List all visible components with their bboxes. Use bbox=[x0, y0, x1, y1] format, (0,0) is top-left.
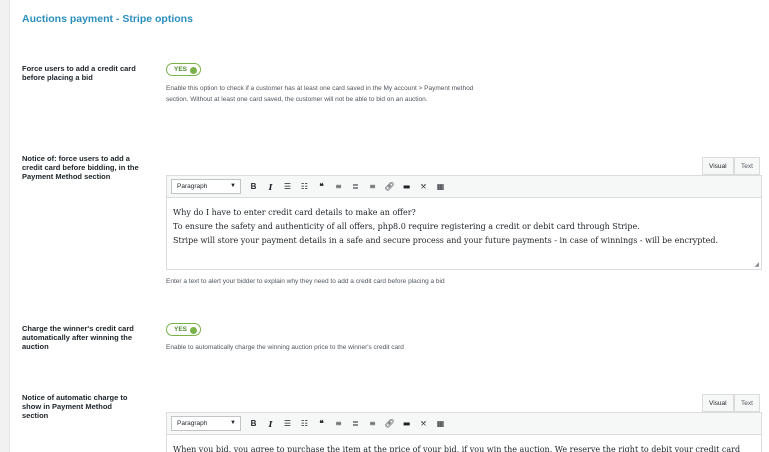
bold-icon[interactable]: B bbox=[245, 179, 262, 195]
format-select[interactable]: Paragraph ▼ bbox=[171, 179, 241, 194]
align-center-icon[interactable]: ≣ bbox=[347, 179, 364, 195]
toggle-state-text: YES bbox=[174, 66, 188, 73]
editor-line: To ensure the safety and authenticity of… bbox=[173, 222, 640, 231]
toolbar-toggle-icon[interactable]: ▦ bbox=[432, 179, 449, 195]
resize-handle[interactable]: ◢ bbox=[754, 261, 759, 268]
notice-auto-charge-editor[interactable]: Paragraph ▼ B I ☰ ☷ ❝ ≡ ≣ ≡ 🔗︎ ▬ ⤧ ▦ Whe… bbox=[166, 412, 762, 452]
chevron-down-icon: ▼ bbox=[230, 183, 236, 189]
editor-line: Why do I have to enter credit card detai… bbox=[173, 208, 416, 217]
editor-toolbar: Paragraph ▼ B I ☰ ☷ ❝ ≡ ≣ ≡ 🔗︎ ▬ ⤧ ▦ bbox=[167, 176, 761, 198]
editor-toolbar: Paragraph ▼ B I ☰ ☷ ❝ ≡ ≣ ≡ 🔗︎ ▬ ⤧ ▦ bbox=[167, 413, 761, 435]
toggle-state-text: YES bbox=[174, 326, 188, 333]
read-more-icon[interactable]: ▬ bbox=[398, 416, 415, 432]
bullet-list-icon[interactable]: ☰ bbox=[279, 179, 296, 195]
notice-force-card-help: Enter a text to alert your bidder to exp… bbox=[166, 278, 445, 285]
section-title: Auctions payment - Stripe options bbox=[22, 13, 193, 25]
toggle-knob bbox=[190, 66, 197, 74]
align-right-icon[interactable]: ≡ bbox=[364, 179, 381, 195]
auto-charge-description: Enable to automatically charge the winni… bbox=[166, 344, 404, 351]
format-select[interactable]: Paragraph ▼ bbox=[171, 416, 241, 431]
italic-icon[interactable]: I bbox=[262, 179, 279, 195]
bold-icon[interactable]: B bbox=[245, 416, 262, 432]
auto-charge-toggle[interactable]: YES bbox=[166, 323, 201, 336]
fullscreen-icon[interactable]: ⤧ bbox=[415, 179, 432, 195]
toggle-knob bbox=[190, 326, 197, 334]
link-icon[interactable]: 🔗︎ bbox=[381, 179, 398, 195]
force-credit-card-label: Force users to add a credit card before … bbox=[22, 64, 136, 82]
force-credit-card-toggle[interactable]: YES bbox=[166, 63, 201, 76]
numbered-list-icon[interactable]: ☷ bbox=[296, 179, 313, 195]
italic-icon[interactable]: I bbox=[262, 416, 279, 432]
align-center-icon[interactable]: ≣ bbox=[347, 416, 364, 432]
align-left-icon[interactable]: ≡ bbox=[330, 179, 347, 195]
notice-force-card-label: Notice of: force users to add a credit c… bbox=[22, 154, 139, 181]
fullscreen-icon[interactable]: ⤧ bbox=[415, 416, 432, 432]
notice-force-card-editor[interactable]: Paragraph ▼ B I ☰ ☷ ❝ ≡ ≣ ≡ 🔗︎ ▬ ⤧ ▦ Why… bbox=[166, 175, 762, 270]
format-select-value: Paragraph bbox=[177, 183, 208, 190]
editor-line: Stripe will store your payment details i… bbox=[173, 236, 719, 245]
notice-auto-charge-label: Notice of automatic charge to show in Pa… bbox=[22, 393, 128, 420]
bullet-list-icon[interactable]: ☰ bbox=[279, 416, 296, 432]
blockquote-icon[interactable]: ❝ bbox=[313, 179, 330, 195]
admin-sidebar-edge bbox=[0, 0, 10, 452]
chevron-down-icon: ▼ bbox=[230, 420, 236, 426]
format-select-value: Paragraph bbox=[177, 420, 208, 427]
editor-line: When you bid, you agree to purchase the … bbox=[173, 445, 741, 452]
editor-content[interactable]: When you bid, you agree to purchase the … bbox=[167, 435, 761, 452]
tab-text[interactable]: Text bbox=[734, 394, 760, 412]
align-right-icon[interactable]: ≡ bbox=[364, 416, 381, 432]
blockquote-icon[interactable]: ❝ bbox=[313, 416, 330, 432]
force-credit-card-description: Enable this option to check if a custome… bbox=[166, 85, 474, 103]
link-icon[interactable]: 🔗︎ bbox=[381, 416, 398, 432]
tab-visual[interactable]: Visual bbox=[702, 394, 734, 412]
auto-charge-label: Charge the winner's credit card automati… bbox=[22, 324, 134, 351]
toolbar-toggle-icon[interactable]: ▦ bbox=[432, 416, 449, 432]
tab-text[interactable]: Text bbox=[734, 157, 760, 175]
align-left-icon[interactable]: ≡ bbox=[330, 416, 347, 432]
numbered-list-icon[interactable]: ☷ bbox=[296, 416, 313, 432]
editor-content[interactable]: Why do I have to enter credit card detai… bbox=[167, 198, 761, 252]
tab-visual[interactable]: Visual bbox=[702, 157, 734, 175]
read-more-icon[interactable]: ▬ bbox=[398, 179, 415, 195]
